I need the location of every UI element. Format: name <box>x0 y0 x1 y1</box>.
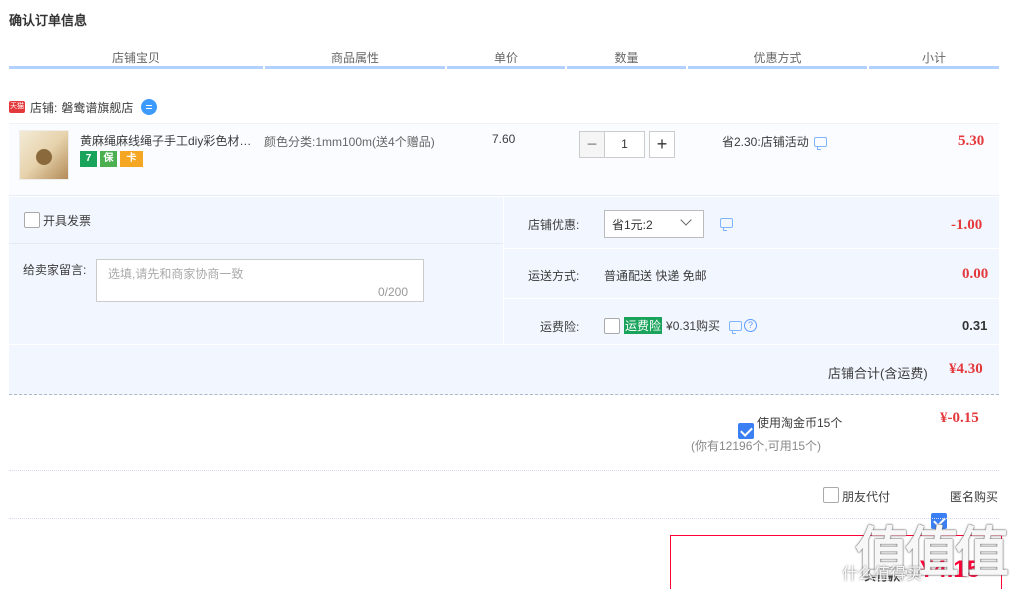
divider <box>504 298 999 299</box>
insurance-checkbox[interactable] <box>604 318 620 334</box>
invoice-label: 开具发票 <box>43 214 92 228</box>
header-underline <box>9 66 999 69</box>
column-header-discount: 优惠方式 <box>753 51 802 65</box>
header-separator <box>565 66 567 69</box>
tmall-icon: 天猫 <box>9 101 25 113</box>
item-subtotal: 5.30 <box>958 133 985 149</box>
divider <box>9 518 999 519</box>
product-attribute: 颜色分类:1mm100m(送4个赠品) <box>264 135 435 149</box>
column-header-item: 店铺宝贝 <box>111 51 160 65</box>
column-header-attr: 商品属性 <box>330 51 379 65</box>
use-coins-label: 使用淘金币15个 <box>757 416 843 430</box>
shop-label: 店铺: <box>30 100 58 115</box>
divider <box>504 248 999 249</box>
memo-char-count: 0/200 <box>378 285 409 299</box>
product-title-link[interactable]: 黄麻绳麻线绳子手工diy彩色材… <box>80 132 256 149</box>
insurance-label: 运费险: <box>540 320 580 334</box>
shop-discount-amount: -1.00 <box>951 217 983 233</box>
friend-pay-label: 朋友代付 <box>842 490 891 504</box>
coins-balance-note: (你有12196个,可用15个) <box>691 439 822 453</box>
memo-placeholder: 选填,请先和商家协商一致 <box>108 267 244 281</box>
insurance-offer: 运费险 ¥0.31购买 ? <box>624 317 758 334</box>
divider <box>9 470 999 471</box>
shop-discount-label: 店铺优惠: <box>528 218 580 232</box>
credit-card-icon[interactable]: 卡 <box>120 151 143 167</box>
guarantee-icon[interactable]: 保 <box>100 151 117 167</box>
insurance-amount: 0.31 <box>962 318 988 333</box>
shop-row: 天猫 店铺: 磐鸯谱旗舰店 <box>9 98 158 116</box>
insurance-tag: 运费险 <box>624 317 663 334</box>
anonymous-label: 匿名购买 <box>950 490 999 504</box>
comment-icon[interactable] <box>729 320 743 334</box>
column-header-qty: 数量 <box>614 51 639 65</box>
quantity-input[interactable]: 1 <box>605 131 645 158</box>
shop-name-link[interactable]: 磐鸯谱旗舰店 <box>61 99 133 116</box>
unit-price: 7.60 <box>492 132 516 146</box>
shop-total-amount: ¥4.30 <box>949 361 983 377</box>
quantity-increase-button[interactable]: + <box>649 131 675 158</box>
shipping-amount: 0.00 <box>962 266 989 282</box>
header-separator <box>263 66 265 69</box>
invoice-checkbox[interactable] <box>24 212 40 228</box>
page-title: 确认订单信息 <box>9 13 88 28</box>
quantity-stepper: − 1 + <box>579 131 675 158</box>
column-header-subtotal: 小计 <box>921 51 946 65</box>
seven-day-return-icon[interactable]: 7 <box>80 151 97 167</box>
friend-pay-checkbox[interactable] <box>823 487 839 503</box>
help-icon[interactable]: ? <box>744 319 758 332</box>
watermark-subtitle: 什么值得买 <box>842 566 923 583</box>
shop-total-label: 店铺合计(含运费) <box>828 366 928 381</box>
header-separator <box>686 66 688 69</box>
comment-icon[interactable] <box>813 136 827 150</box>
insurance-price: ¥0.31购买 <box>666 319 721 333</box>
item-discount-text: 省2.30:店铺活动 <box>722 135 809 149</box>
column-header-price: 单价 <box>493 51 518 65</box>
shop-discount-selected: 省1元:2 <box>612 218 653 232</box>
coins-amount: ¥-0.15 <box>940 410 979 426</box>
divider <box>9 243 503 244</box>
item-discount: 省2.30:店铺活动 <box>722 133 827 150</box>
header-separator <box>445 66 447 69</box>
chat-icon[interactable] <box>141 99 158 115</box>
memo-label: 给卖家留言: <box>23 263 87 277</box>
header-separator <box>867 66 869 69</box>
product-thumbnail[interactable] <box>19 130 69 180</box>
quantity-decrease-button[interactable]: − <box>579 131 605 158</box>
comment-icon[interactable] <box>720 218 733 231</box>
shipping-method: 普通配送 快递 免邮 <box>604 269 707 283</box>
shipping-label: 运送方式: <box>528 269 580 283</box>
